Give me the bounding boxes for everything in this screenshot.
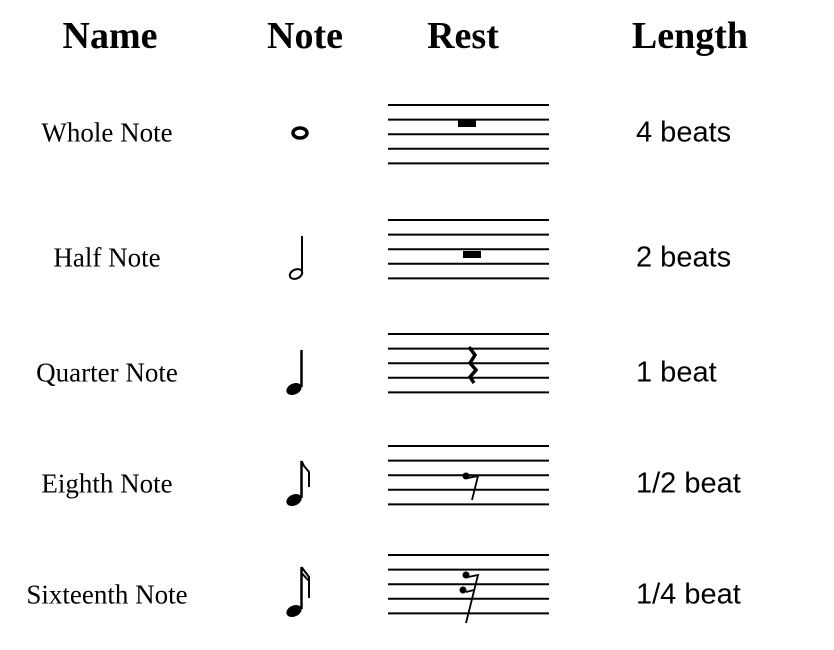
eighth-note-icon	[286, 460, 310, 507]
whole-note-icon	[291, 126, 309, 140]
rest-symbol	[459, 571, 480, 624]
header-note: Note	[267, 15, 343, 57]
note-name: Whole Note	[41, 117, 173, 148]
sixteenth-note-icon	[286, 566, 310, 618]
half-rest-icon	[388, 219, 549, 280]
note-length: 1 beat	[636, 356, 717, 389]
quarter-rest-icon	[388, 333, 549, 394]
note-length: 1/2 beat	[636, 467, 741, 500]
whole-rest-icon	[388, 104, 549, 165]
rest-symbol	[462, 472, 480, 501]
sixteenth-rest-icon	[388, 554, 549, 624]
half-note-icon	[288, 236, 304, 280]
quarter-note-icon	[286, 350, 303, 396]
note-name: Quarter Note	[36, 357, 178, 388]
eighth-rest-icon	[388, 445, 549, 506]
note-length: 4 beats	[636, 116, 732, 149]
header-length: Length	[631, 15, 749, 57]
header-rest: Rest	[427, 15, 499, 57]
note-name: Half Note	[53, 242, 161, 273]
note-name: Sixteenth Note	[26, 579, 188, 610]
rest-symbol	[463, 251, 481, 258]
rest-symbol	[458, 120, 476, 127]
note-name: Eighth Note	[41, 468, 173, 499]
note-length: 2 beats	[636, 241, 732, 274]
header-name: Name	[62, 15, 158, 57]
note-length: 1/4 beat	[636, 578, 741, 611]
